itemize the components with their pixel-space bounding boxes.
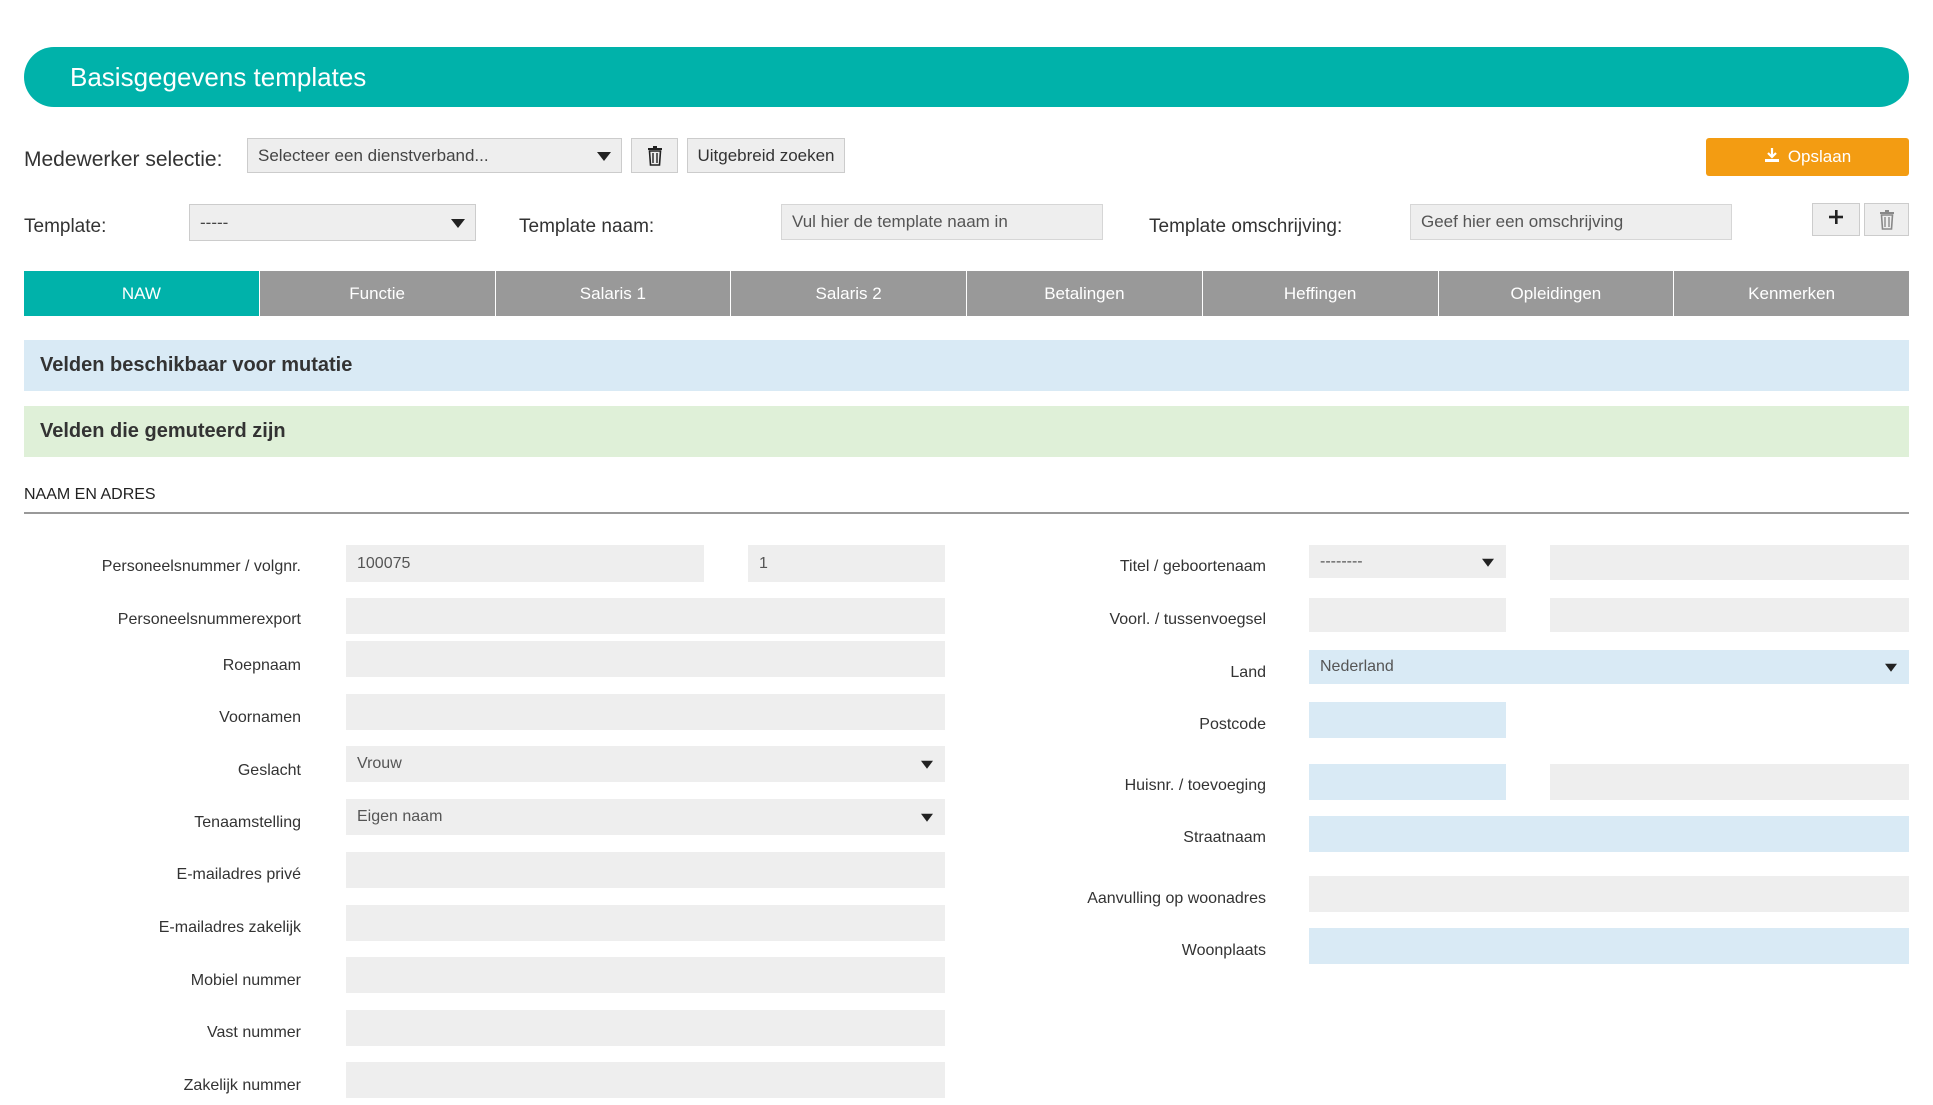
field-label: Titel / geboortenaam <box>1119 558 1266 575</box>
trash-icon <box>1879 209 1895 230</box>
field-label: Aanvulling op woonadres <box>1087 890 1266 907</box>
template-description-placeholder: Geef hier een omschrijving <box>1421 212 1624 231</box>
personnel-number-input[interactable]: 100075 <box>346 545 704 582</box>
toevoeging-input[interactable] <box>1550 764 1909 800</box>
save-button[interactable]: Opslaan <box>1706 138 1909 176</box>
personnel-number-export-input[interactable] <box>346 598 945 634</box>
geboortenaam-input[interactable] <box>1550 545 1909 580</box>
voornamen-input[interactable] <box>346 694 945 730</box>
field-label: Personeelsnummerexport <box>117 611 301 628</box>
field-label: E-mailadres privé <box>176 866 301 883</box>
field-label: E-mailadres zakelijk <box>158 919 301 936</box>
tab-functie[interactable]: Functie <box>259 271 496 316</box>
titel-value: -------- <box>1320 552 1363 570</box>
template-name-input[interactable]: Vul hier de template naam in <box>781 204 1103 240</box>
tab-salaris-2[interactable]: Salaris 2 <box>731 271 967 316</box>
email-business-input[interactable] <box>346 905 945 941</box>
tab-heffingen[interactable]: Heffingen <box>1202 271 1439 316</box>
page-title: Basisgegevens templates <box>24 47 1909 107</box>
chevron-down-icon <box>921 760 933 769</box>
field-label: Woonplaats <box>1181 942 1266 959</box>
plus-icon <box>1828 209 1844 230</box>
download-icon <box>1764 147 1780 168</box>
tenaamstelling-value: Eigen naam <box>357 808 443 825</box>
land-value: Nederland <box>1320 658 1394 675</box>
business-number-input[interactable] <box>346 1062 945 1098</box>
template-name-placeholder: Vul hier de template naam in <box>792 212 1008 231</box>
field-label: Vast nummer <box>207 1024 301 1041</box>
delete-template-button[interactable] <box>1864 203 1909 236</box>
field-label: Geslacht <box>237 762 301 779</box>
personnel-number-value: 100075 <box>357 554 411 572</box>
template-description-input[interactable]: Geef hier een omschrijving <box>1410 204 1732 240</box>
tab-bar: NAW Functie Salaris 1 Salaris 2 Betaling… <box>24 271 1909 316</box>
land-select[interactable]: Nederland <box>1309 650 1909 684</box>
field-label: Huisnr. / toevoeging <box>1124 777 1266 794</box>
field-label: Land <box>1230 664 1266 681</box>
email-private-input[interactable] <box>346 852 945 888</box>
employee-selection-label: Medewerker selectie: <box>24 148 223 171</box>
tussenvoegsel-input[interactable] <box>1550 598 1909 632</box>
chevron-down-icon <box>597 151 611 161</box>
save-label: Opslaan <box>1787 147 1852 166</box>
mutated-fields-panel[interactable]: Velden die gemuteerd zijn <box>24 406 1909 457</box>
postcode-input[interactable] <box>1309 702 1506 738</box>
tab-kenmerken[interactable]: Kenmerken <box>1674 271 1909 316</box>
voorletters-input[interactable] <box>1309 598 1506 632</box>
tab-opleidingen[interactable]: Opleidingen <box>1438 271 1675 316</box>
field-label: Voornamen <box>219 709 301 726</box>
tenaamstelling-select[interactable]: Eigen naam <box>346 799 945 835</box>
template-description-label: Template omschrijving: <box>1149 216 1343 237</box>
chevron-down-icon <box>1482 558 1494 567</box>
geslacht-select[interactable]: Vrouw <box>346 746 945 782</box>
aanvulling-woonadres-input[interactable] <box>1309 876 1909 912</box>
field-label: Straatnaam <box>1183 829 1266 846</box>
template-select-value: ----- <box>200 212 229 232</box>
field-label: Roepnaam <box>222 657 301 674</box>
woonplaats-input[interactable] <box>1309 928 1909 964</box>
template-label: Template: <box>24 216 107 237</box>
landline-number-input[interactable] <box>346 1010 945 1046</box>
mobile-number-input[interactable] <box>346 957 945 993</box>
chevron-down-icon <box>1885 663 1897 672</box>
field-label: Mobiel nummer <box>190 972 301 989</box>
field-label: Voorl. / tussenvoegsel <box>1109 611 1266 628</box>
tab-naw[interactable]: NAW <box>24 271 260 316</box>
chevron-down-icon <box>921 813 933 822</box>
huisnummer-input[interactable] <box>1309 764 1506 800</box>
add-template-button[interactable] <box>1812 203 1860 236</box>
sequence-number-input[interactable]: 1 <box>748 545 945 582</box>
geslacht-value: Vrouw <box>357 755 402 772</box>
template-select[interactable]: ----- <box>189 204 476 241</box>
delete-employee-button[interactable] <box>631 138 678 173</box>
sequence-number-value: 1 <box>759 554 768 572</box>
straatnaam-input[interactable] <box>1309 816 1909 852</box>
field-label: Tenaamstelling <box>194 814 301 831</box>
available-fields-panel[interactable]: Velden beschikbaar voor mutatie <box>24 340 1909 391</box>
employee-select-value: Selecteer een dienstverband... <box>258 145 489 165</box>
section-title: NAAM EN ADRES <box>24 486 156 503</box>
tab-betalingen[interactable]: Betalingen <box>967 271 1203 316</box>
trash-icon <box>647 145 663 166</box>
advanced-search-button[interactable]: Uitgebreid zoeken <box>687 138 845 173</box>
section-divider <box>24 512 1909 514</box>
tab-salaris-1[interactable]: Salaris 1 <box>495 271 732 316</box>
roepnaam-input[interactable] <box>346 641 945 677</box>
chevron-down-icon <box>451 218 465 228</box>
field-label: Postcode <box>1199 716 1266 733</box>
employee-select[interactable]: Selecteer een dienstverband... <box>247 138 622 173</box>
field-label: Personeelsnummer / volgnr. <box>101 558 301 575</box>
template-name-label: Template naam: <box>519 216 655 237</box>
field-label: Zakelijk nummer <box>183 1077 301 1094</box>
titel-select[interactable]: -------- <box>1309 545 1506 578</box>
